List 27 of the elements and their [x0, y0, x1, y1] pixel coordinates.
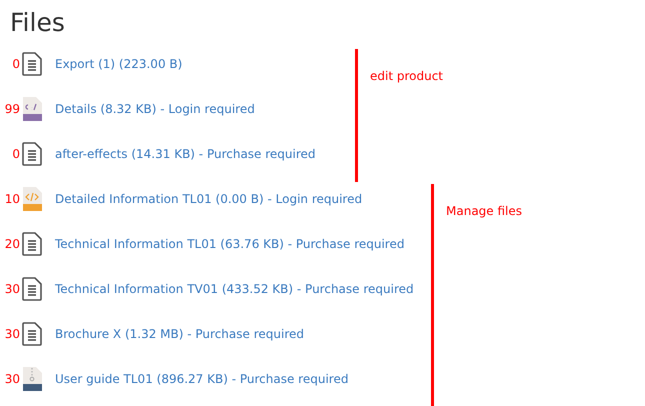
- document-icon: [22, 52, 42, 76]
- download-count: 30: [4, 282, 20, 296]
- file-link[interactable]: Technical Information TL01 (63.76 KB) - Purchase required: [55, 236, 404, 250]
- page-title: Files: [9, 7, 66, 39]
- file-link[interactable]: Export (1) (223.00 B): [55, 56, 182, 70]
- document-icon: [22, 232, 42, 256]
- download-count: 30: [4, 372, 20, 386]
- download-count: 99: [4, 102, 20, 116]
- file-link[interactable]: Technical Information TV01 (433.52 KB) - Purchase required: [55, 282, 414, 296]
- download-count: 20: [4, 236, 20, 250]
- download-count: 0: [11, 146, 20, 160]
- xml-file-icon: [22, 186, 42, 210]
- document-icon: [22, 142, 42, 166]
- file-link[interactable]: after-effects (14.31 KB) - Purchase required: [55, 146, 316, 160]
- file-link[interactable]: Detailed Information TL01 (0.00 B) - Login required: [55, 192, 362, 206]
- download-count: 10: [4, 192, 20, 206]
- file-link[interactable]: User guide TL01 (896.27 KB) - Purchase required: [55, 372, 348, 386]
- download-count: 0: [11, 56, 20, 70]
- file-link[interactable]: Details (8.32 KB) - Login required: [55, 102, 255, 116]
- zip-file-icon: [22, 366, 42, 390]
- exe-file-icon: [22, 96, 42, 120]
- annotation-label: Manage files: [446, 204, 522, 218]
- document-icon: [22, 322, 42, 346]
- document-icon: [22, 276, 42, 300]
- download-count: 30: [4, 326, 20, 340]
- annotation-label: edit product: [370, 69, 444, 83]
- file-link[interactable]: Brochure X (1.32 MB) - Purchase required: [55, 326, 304, 340]
